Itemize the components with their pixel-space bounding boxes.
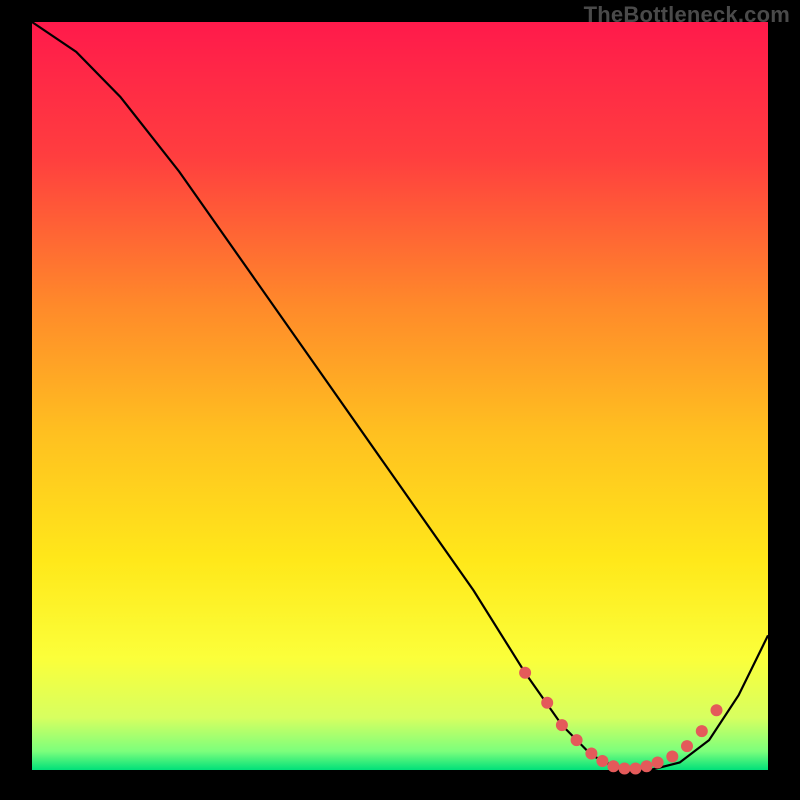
curve-marker (630, 763, 642, 775)
chart-stage: TheBottleneck.com (0, 0, 800, 800)
curve-marker (607, 760, 619, 772)
curve-marker (571, 734, 583, 746)
curve-marker (641, 760, 653, 772)
chart-svg (0, 0, 800, 800)
curve-marker (556, 719, 568, 731)
curve-marker (652, 757, 664, 769)
curve-marker (519, 667, 531, 679)
curve-marker (541, 697, 553, 709)
curve-marker (596, 755, 608, 767)
curve-marker (711, 704, 723, 716)
curve-marker (585, 748, 597, 760)
heat-gradient-plot (32, 22, 768, 770)
curve-marker (681, 740, 693, 752)
curve-marker (696, 725, 708, 737)
curve-marker (619, 763, 631, 775)
curve-marker (666, 751, 678, 763)
